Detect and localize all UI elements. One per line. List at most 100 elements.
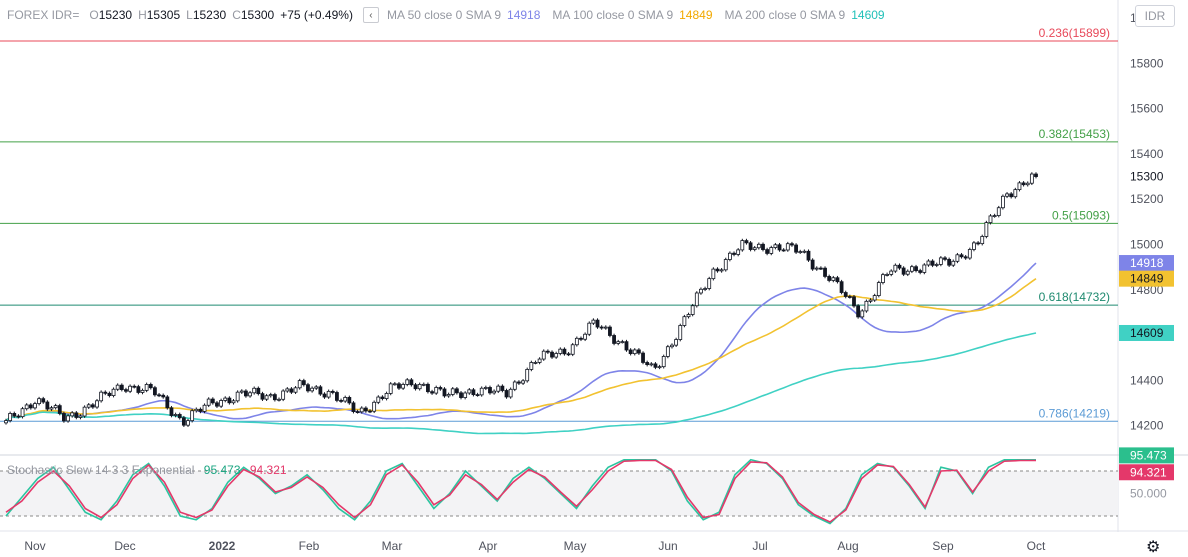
high-value: 15305: [146, 8, 181, 22]
candle: [777, 242, 782, 252]
candle-body: [707, 278, 712, 289]
candle-body: [508, 388, 513, 398]
candle: [82, 405, 87, 418]
candle-body: [210, 398, 215, 404]
candle-body: [612, 335, 616, 344]
currency-button[interactable]: IDR: [1135, 5, 1175, 27]
candle: [541, 349, 546, 361]
candle-body: [521, 380, 525, 384]
candle-body: [972, 242, 976, 250]
y-tick-label: 15000: [1130, 237, 1164, 251]
candle: [405, 378, 410, 387]
candle-body: [901, 267, 906, 275]
gear-icon[interactable]: ⚙: [1146, 537, 1160, 557]
candle: [115, 383, 120, 392]
candle-body: [628, 349, 633, 355]
candle: [823, 266, 827, 279]
candle: [268, 392, 273, 398]
candle-body: [893, 264, 898, 272]
candle-body: [868, 299, 873, 302]
candle-body: [657, 366, 662, 369]
candle: [248, 390, 252, 398]
candle: [103, 390, 108, 396]
candle: [161, 393, 166, 399]
candle-body: [645, 362, 650, 366]
candle: [814, 266, 819, 271]
low-value: 15230: [192, 8, 227, 22]
candle: [785, 241, 790, 252]
candle-body: [996, 207, 1001, 216]
candle: [281, 389, 286, 402]
candle-body: [161, 394, 166, 398]
candle: [306, 382, 310, 393]
candle-body: [335, 392, 339, 401]
candle: [264, 393, 269, 401]
candle: [661, 354, 666, 369]
candle: [608, 325, 612, 338]
candle-body: [12, 413, 17, 417]
candle-body: [1025, 182, 1030, 186]
candle: [678, 323, 683, 342]
candle: [603, 325, 608, 330]
candle: [645, 360, 650, 367]
candle: [636, 348, 641, 355]
candle-body: [943, 257, 947, 260]
candle-body: [773, 244, 778, 248]
candle: [744, 238, 749, 245]
candle-body: [703, 288, 707, 290]
candle-body: [388, 383, 393, 394]
candle-body: [984, 222, 989, 237]
candle-body: [1021, 182, 1026, 186]
x-tick-label: Sep: [932, 539, 954, 553]
candle-body: [463, 392, 468, 398]
candle-body: [839, 281, 844, 293]
candle-body: [955, 254, 960, 262]
candle-body: [74, 412, 79, 418]
candle: [595, 318, 600, 329]
candle-body: [289, 388, 294, 393]
candle: [148, 382, 153, 390]
candle: [897, 263, 902, 270]
candle-body: [934, 264, 939, 266]
candle-body: [128, 385, 132, 392]
candle-body: [351, 402, 356, 412]
candle-body: [852, 296, 856, 307]
candle-body: [1017, 182, 1022, 191]
candle-body: [570, 344, 575, 355]
candle-body: [781, 249, 786, 252]
candle-body: [417, 384, 422, 390]
candle: [690, 303, 695, 317]
y-tick-label: 15600: [1130, 102, 1164, 116]
candle-body: [976, 242, 980, 245]
candle-body: [392, 383, 397, 386]
candle-body: [446, 394, 451, 397]
candle-body: [153, 387, 157, 396]
ma50-label: MA 50 close 0 SMA 9: [386, 8, 502, 22]
candle-body: [529, 362, 534, 370]
candle-body: [144, 384, 149, 391]
candle: [1021, 181, 1026, 187]
chart-legend: FOREX IDR= O 15230 H 15305 L 15230 C 15300 +…: [7, 7, 885, 23]
candle-body: [347, 397, 352, 404]
candle: [806, 249, 811, 262]
stoch-label: Stochastic Slow 14 3 3 Exponential: [7, 463, 195, 477]
candle: [1005, 192, 1009, 199]
candle: [769, 245, 774, 256]
chevron-left-icon[interactable]: ‹: [362, 7, 379, 23]
candle-body: [475, 394, 480, 397]
candle: [938, 256, 943, 267]
candle: [657, 364, 662, 370]
candle-body: [496, 385, 501, 392]
stoch-d-value: 94.321: [249, 463, 287, 477]
candle-body: [124, 389, 128, 392]
ma200-label: MA 200 close 0 SMA 9: [724, 8, 846, 22]
candle: [682, 314, 687, 328]
candle: [235, 390, 240, 403]
candle: [500, 384, 505, 393]
candle: [914, 264, 918, 273]
candle-body: [479, 387, 484, 396]
x-tick-label: 2022: [209, 539, 236, 553]
candle: [202, 403, 207, 414]
candle: [376, 395, 381, 405]
candle-body: [103, 391, 108, 394]
